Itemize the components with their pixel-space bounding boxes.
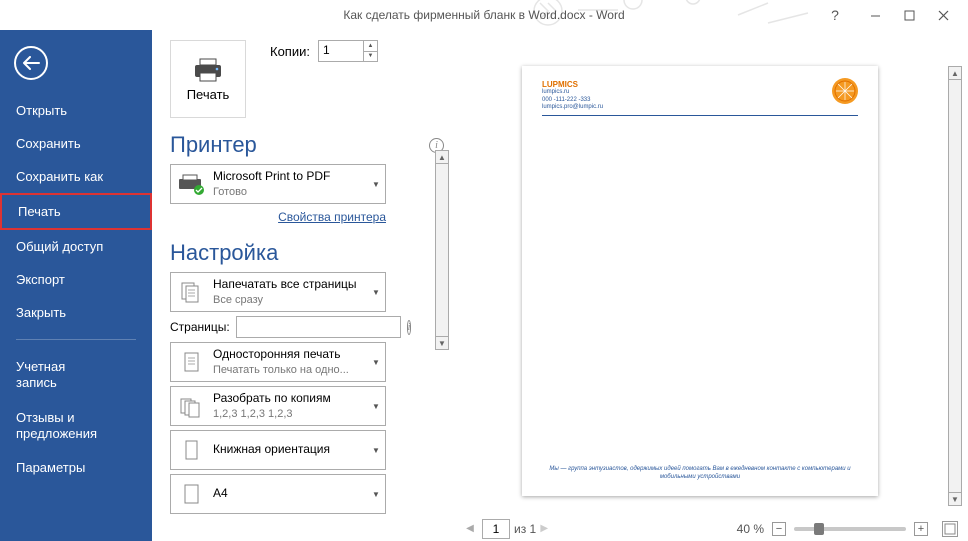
collate-icon — [177, 392, 205, 420]
collate-selector[interactable]: Разобрать по копиям 1,2,3 1,2,3 1,2,3 ▼ — [170, 386, 386, 426]
chevron-down-icon: ▼ — [369, 446, 383, 455]
print-settings-panel: Печать Копии: 1 ▲ ▼ Принтер i — [152, 30, 452, 541]
nav-save[interactable]: Сохранить — [0, 127, 152, 160]
fit-to-page-button[interactable] — [942, 521, 958, 537]
print-scope-title: Напечатать все страницы — [213, 277, 361, 293]
print-preview-panel: LUPMICS lumpics.ru 000 -111-222 -333 lum… — [452, 30, 968, 541]
nav-close[interactable]: Закрыть — [0, 296, 152, 329]
zoom-controls: 40 % − + — [737, 521, 958, 537]
paper-title: A4 — [213, 486, 361, 502]
backstage-sidebar: Открыть Сохранить Сохранить как Печать О… — [0, 30, 152, 541]
back-button[interactable] — [14, 46, 48, 80]
window-controls: ? — [822, 0, 960, 30]
preview-company: LUPMICS — [542, 80, 858, 89]
nav-options[interactable]: Параметры — [0, 451, 152, 484]
printer-section-header: Принтер i — [170, 132, 444, 158]
nav-feedback[interactable]: Отзывы и предложения — [0, 401, 152, 452]
copies-down[interactable]: ▼ — [364, 52, 377, 62]
printer-icon — [193, 57, 223, 83]
sides-sub: Печатать только на одно... — [213, 363, 361, 377]
scroll-track[interactable] — [948, 80, 962, 492]
nav-print[interactable]: Печать — [0, 193, 152, 230]
arrow-left-icon — [22, 56, 40, 70]
print-button[interactable]: Печать — [170, 40, 246, 118]
sides-title: Односторонняя печать — [213, 347, 361, 363]
preview-header-rule — [542, 115, 858, 116]
nav-share[interactable]: Общий доступ — [0, 230, 152, 263]
printer-selector[interactable]: Microsoft Print to PDF Готово ▼ — [170, 164, 386, 204]
main-area: Печать Копии: 1 ▲ ▼ Принтер i — [152, 30, 968, 541]
nav-separator — [16, 339, 136, 340]
preview-page: LUPMICS lumpics.ru 000 -111-222 -333 lum… — [522, 66, 878, 496]
zoom-thumb[interactable] — [814, 523, 824, 535]
minimize-button[interactable] — [858, 2, 892, 28]
print-button-label: Печать — [187, 87, 230, 102]
zoom-slider[interactable] — [794, 527, 906, 531]
printer-status: Готово — [213, 185, 361, 199]
help-button[interactable]: ? — [822, 2, 848, 28]
preview-site: lumpics.ru — [542, 89, 858, 97]
preview-email: lumpics.pro@lumpic.ru — [542, 104, 858, 112]
next-page-button[interactable]: ▶ — [536, 520, 552, 538]
printer-name: Microsoft Print to PDF — [213, 169, 361, 185]
pages-label: Страницы: — [170, 320, 230, 334]
chevron-down-icon: ▼ — [369, 402, 383, 411]
titlebar: Как сделать фирменный бланк в Word.docx … — [0, 0, 968, 30]
zoom-out-button[interactable]: − — [772, 522, 786, 536]
nav-open[interactable]: Открыть — [0, 94, 152, 127]
single-side-icon — [177, 348, 205, 376]
zoom-in-button[interactable]: + — [914, 522, 928, 536]
collate-sub: 1,2,3 1,2,3 1,2,3 — [213, 407, 361, 421]
copies-up[interactable]: ▲ — [364, 41, 377, 52]
copies-value[interactable]: 1 — [319, 41, 363, 61]
portrait-icon — [177, 436, 205, 464]
preview-phone: 000 -111-222 -333 — [542, 97, 858, 105]
orientation-title: Книжная ориентация — [213, 442, 361, 458]
preview-footer-bar: ◀ из 1 ▶ 40 % − + — [452, 516, 968, 541]
nav-export[interactable]: Экспорт — [0, 263, 152, 296]
prev-page-button[interactable]: ◀ — [462, 520, 478, 538]
scroll-up-icon[interactable]: ▲ — [948, 66, 962, 80]
paper-selector[interactable]: A4 ▼ — [170, 474, 386, 514]
paper-icon — [177, 480, 205, 508]
scroll-down-icon[interactable]: ▼ — [435, 336, 449, 350]
scroll-track[interactable] — [435, 164, 449, 336]
orientation-selector[interactable]: Книжная ориентация ▼ — [170, 430, 386, 470]
copies-input[interactable]: 1 ▲ ▼ — [318, 40, 378, 62]
chevron-down-icon: ▼ — [369, 490, 383, 499]
nav-account[interactable]: Учетная запись — [0, 350, 152, 401]
nav-save-as[interactable]: Сохранить как — [0, 160, 152, 193]
orange-icon — [834, 80, 856, 102]
pages-info-icon[interactable]: i — [407, 320, 412, 335]
scroll-up-icon[interactable]: ▲ — [435, 150, 449, 164]
printer-properties-link[interactable]: Свойства принтера — [278, 210, 386, 224]
copies-row: Копии: 1 ▲ ▼ — [270, 40, 378, 62]
pages-input[interactable] — [236, 316, 401, 338]
scroll-down-icon[interactable]: ▼ — [948, 492, 962, 506]
page-number-input[interactable] — [482, 519, 510, 539]
printer-status-icon — [177, 170, 205, 198]
copies-spinner: ▲ ▼ — [363, 41, 377, 61]
chevron-down-icon: ▼ — [369, 180, 383, 189]
chevron-down-icon: ▼ — [369, 288, 383, 297]
pages-icon — [177, 278, 205, 306]
page-of-label: из 1 — [514, 522, 536, 536]
close-button[interactable] — [926, 2, 960, 28]
print-scope-selector[interactable]: Напечатать все страницы Все сразу ▼ — [170, 272, 386, 312]
print-scope-sub: Все сразу — [213, 293, 361, 307]
preview-footer: Мы — группа энтузиастов, одержимых идеей… — [542, 466, 858, 482]
maximize-button[interactable] — [892, 2, 926, 28]
preview-scrollbar[interactable]: ▲ ▼ — [948, 66, 964, 506]
zoom-value: 40 % — [737, 522, 764, 536]
chevron-down-icon: ▼ — [369, 358, 383, 367]
preview-logo — [832, 78, 858, 104]
collate-title: Разобрать по копиям — [213, 391, 361, 407]
settings-scrollbar[interactable]: ▲ ▼ — [434, 150, 450, 350]
settings-section-header: Настройка — [170, 240, 444, 266]
sides-selector[interactable]: Односторонняя печать Печатать только на … — [170, 342, 386, 382]
copies-label: Копии: — [270, 44, 310, 59]
pages-row: Страницы: i — [170, 316, 386, 338]
